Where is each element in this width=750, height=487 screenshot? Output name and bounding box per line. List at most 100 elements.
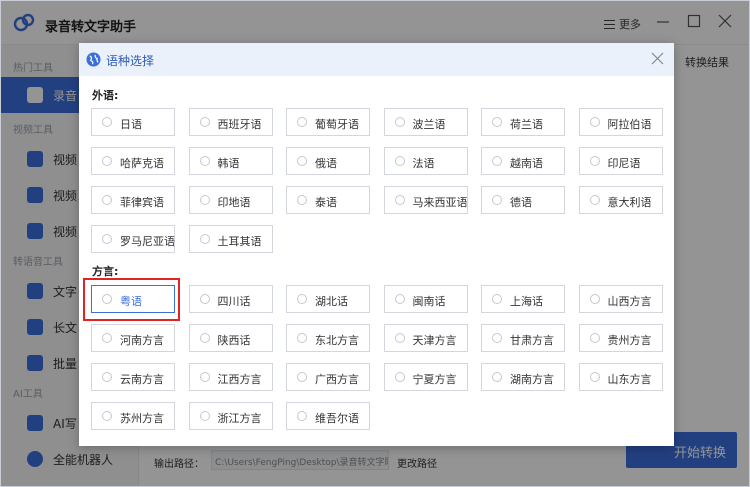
- language-option[interactable]: 法语: [383, 147, 468, 175]
- radio-button[interactable]: [589, 333, 600, 343]
- radio-button[interactable]: [492, 294, 502, 304]
- radio-button[interactable]: [199, 156, 210, 166]
- radio-button[interactable]: [394, 117, 405, 127]
- radio-button[interactable]: [199, 411, 210, 421]
- radio-button[interactable]: [297, 195, 307, 205]
- language-option[interactable]: 土耳其语: [188, 225, 273, 253]
- language-option[interactable]: 广西方言: [286, 363, 370, 391]
- language-option-label: 西班牙语: [217, 118, 262, 131]
- language-option-label: 上海话: [510, 295, 543, 308]
- radio-button[interactable]: [394, 195, 405, 205]
- radio-button[interactable]: [199, 117, 210, 127]
- language-option[interactable]: 湖南方言: [481, 363, 565, 391]
- radio-button[interactable]: [492, 156, 502, 166]
- radio-button[interactable]: [102, 372, 112, 382]
- radio-button[interactable]: [102, 294, 112, 304]
- language-option[interactable]: 马来西亚语: [383, 186, 468, 214]
- language-option[interactable]: 罗马尼亚语: [91, 225, 175, 253]
- language-option[interactable]: 泰语: [286, 186, 370, 214]
- radio-button[interactable]: [199, 195, 210, 205]
- radio-button[interactable]: [102, 234, 112, 244]
- language-option[interactable]: 苏州方言: [91, 402, 175, 430]
- radio-button[interactable]: [297, 372, 307, 382]
- radio-button[interactable]: [394, 372, 405, 382]
- radio-button[interactable]: [589, 372, 600, 382]
- language-option[interactable]: 云南方言: [91, 363, 175, 391]
- radio-button[interactable]: [394, 156, 405, 166]
- language-option[interactable]: 韩语: [188, 147, 273, 175]
- radio-button[interactable]: [199, 294, 210, 304]
- language-option[interactable]: 越南语: [481, 147, 565, 175]
- radio-button[interactable]: [297, 411, 307, 421]
- language-option[interactable]: 日语: [91, 108, 175, 136]
- radio-button[interactable]: [297, 333, 307, 343]
- radio-button[interactable]: [394, 294, 405, 304]
- radio-button[interactable]: [199, 333, 210, 343]
- radio-button[interactable]: [102, 411, 112, 421]
- language-option[interactable]: 上海话: [481, 285, 565, 313]
- language-option-label: 日语: [120, 118, 142, 131]
- language-option[interactable]: 荷兰语: [481, 108, 565, 136]
- language-option[interactable]: 湖北话: [286, 285, 370, 313]
- language-option[interactable]: 宁夏方言: [383, 363, 468, 391]
- language-option[interactable]: 江西方言: [188, 363, 273, 391]
- language-option[interactable]: 西班牙语: [188, 108, 273, 136]
- radio-button[interactable]: [199, 234, 210, 244]
- language-option[interactable]: 波兰语: [383, 108, 468, 136]
- language-option-label: 东北方言: [315, 334, 359, 347]
- dialog-title: 语种选择: [106, 54, 155, 68]
- language-option-label: 德语: [510, 196, 532, 209]
- language-option[interactable]: 印地语: [188, 186, 273, 214]
- language-option[interactable]: 陕西话: [188, 324, 273, 352]
- language-option-label: 哈萨克语: [120, 157, 164, 170]
- radio-button[interactable]: [589, 294, 600, 304]
- language-option-label: 江西方言: [217, 373, 262, 386]
- language-select-dialog: 语种选择 外语: 日语 西班牙语 葡萄牙语 波兰语 荷兰语 阿拉伯语 哈萨克语 韩语 俄语 法语 越…: [79, 43, 674, 446]
- radio-button[interactable]: [102, 156, 112, 166]
- language-option[interactable]: 维吾尔语: [286, 402, 370, 430]
- radio-button[interactable]: [102, 117, 112, 127]
- language-option[interactable]: 意大利语: [578, 186, 663, 214]
- radio-button[interactable]: [492, 372, 502, 382]
- radio-button[interactable]: [394, 333, 405, 343]
- language-option[interactable]: 东北方言: [286, 324, 370, 352]
- language-option[interactable]: 粤语: [91, 285, 175, 313]
- language-option[interactable]: 德语: [481, 186, 565, 214]
- language-option[interactable]: 菲律宾语: [91, 186, 175, 214]
- language-option-label: 闽南话: [412, 295, 446, 308]
- language-option[interactable]: 天津方言: [383, 324, 468, 352]
- language-option[interactable]: 山西方言: [578, 285, 663, 313]
- language-option-label: 苏州方言: [120, 412, 164, 425]
- language-option[interactable]: 阿拉伯语: [578, 108, 663, 136]
- language-option[interactable]: 葡萄牙语: [286, 108, 370, 136]
- radio-button[interactable]: [102, 333, 112, 343]
- language-option-label: 甘肃方言: [510, 334, 554, 347]
- radio-button[interactable]: [199, 372, 210, 382]
- language-option-label: 山西方言: [607, 295, 652, 308]
- language-option-label: 波兰语: [412, 118, 446, 131]
- language-option[interactable]: 闽南话: [383, 285, 468, 313]
- language-option[interactable]: 河南方言: [91, 324, 175, 352]
- language-option[interactable]: 俄语: [286, 147, 370, 175]
- radio-button[interactable]: [492, 333, 502, 343]
- language-option[interactable]: 哈萨克语: [91, 147, 175, 175]
- radio-button[interactable]: [492, 195, 502, 205]
- radio-button[interactable]: [297, 156, 307, 166]
- modal-close-icon[interactable]: [651, 52, 664, 65]
- radio-button[interactable]: [589, 117, 600, 127]
- radio-button[interactable]: [297, 294, 307, 304]
- language-option[interactable]: 印尼语: [578, 147, 663, 175]
- language-option-label: 罗马尼亚语: [120, 235, 175, 248]
- language-option[interactable]: 浙江方言: [188, 402, 273, 430]
- radio-button[interactable]: [589, 195, 600, 205]
- language-option[interactable]: 贵州方言: [578, 324, 663, 352]
- radio-button[interactable]: [297, 117, 307, 127]
- language-option[interactable]: 四川话: [188, 285, 273, 313]
- radio-button[interactable]: [102, 195, 112, 205]
- language-option-label: 马来西亚语: [412, 196, 468, 209]
- radio-button[interactable]: [492, 117, 502, 127]
- dialect-label: 方言:: [92, 265, 119, 278]
- radio-button[interactable]: [589, 156, 600, 166]
- language-option[interactable]: 山东方言: [578, 363, 663, 391]
- language-option[interactable]: 甘肃方言: [481, 324, 565, 352]
